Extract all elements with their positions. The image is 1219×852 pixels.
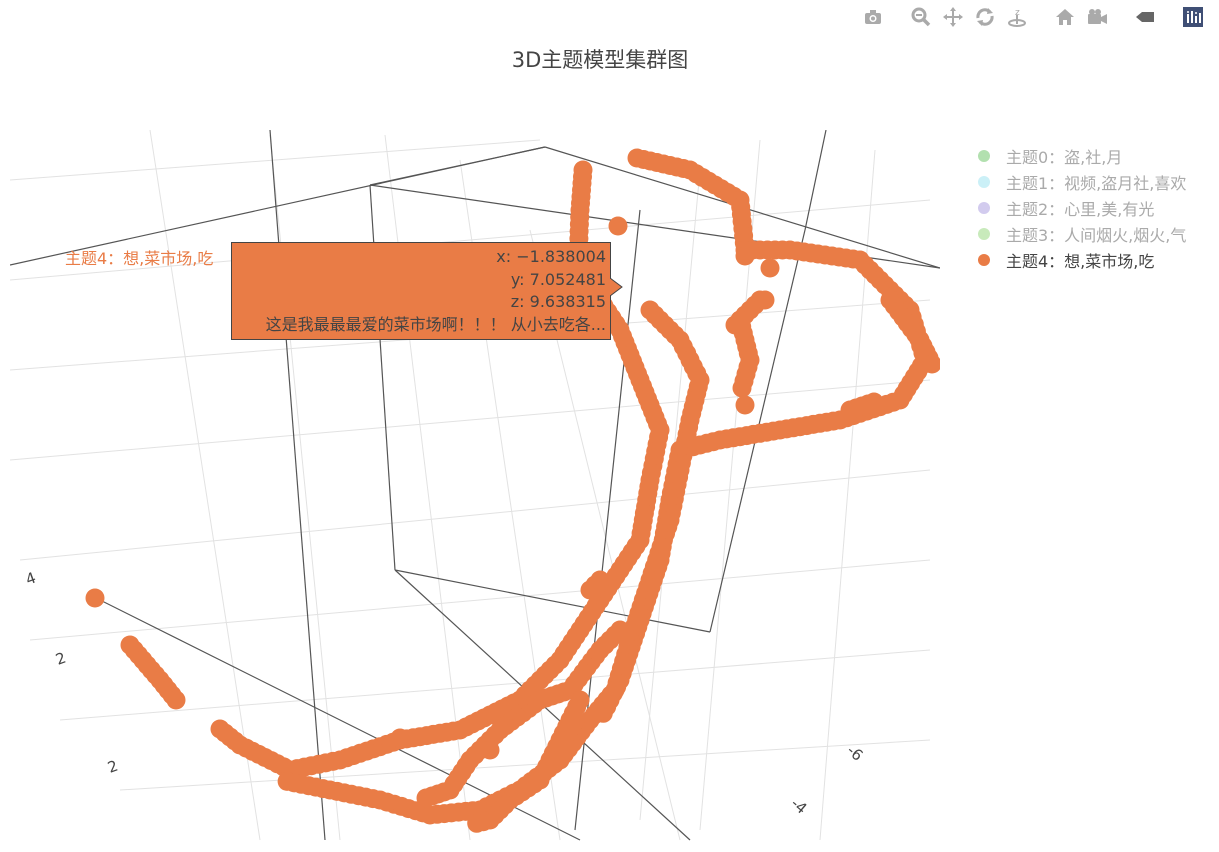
axis-edge (269, 130, 326, 841)
data-point[interactable] (732, 378, 752, 398)
data-point[interactable] (725, 315, 745, 335)
hover-tooltip: x: −1.838004 y: 7.052481 z: 9.638315 这是我… (231, 242, 611, 340)
legend-marker (978, 228, 990, 240)
hover-y-value: y: 7.052481 (510, 269, 606, 289)
legend-label: 主题1：视频,盗月社,喜欢 (1006, 174, 1187, 193)
data-point[interactable] (864, 392, 884, 412)
data-point[interactable] (210, 719, 230, 739)
grid-line (149, 130, 261, 841)
legend-label: 主题2：心里,美,有光 (1006, 200, 1155, 219)
hover-z-value: z: 9.638315 (510, 292, 606, 311)
data-point[interactable] (390, 728, 410, 748)
legend-label: 主题0：盗,社,月 (1006, 148, 1123, 167)
legend-item-0[interactable]: 主题0：盗,社,月 (975, 143, 1186, 169)
grid-line (29, 559, 931, 641)
data-point[interactable] (922, 354, 942, 374)
scene-layer (10, 130, 942, 841)
data-point[interactable] (277, 771, 297, 791)
grid-line (19, 469, 931, 561)
data-point[interactable] (755, 290, 775, 310)
legend-item-4[interactable]: 主题4：想,菜市场,吃 (975, 247, 1186, 273)
data-point[interactable] (580, 580, 600, 600)
legend: 主题0：盗,社,月主题1：视频,盗月社,喜欢 主题2：心里,美,有光主题3：人间烟… (975, 143, 1186, 273)
data-point[interactable] (735, 395, 755, 415)
legend-label: 主题4：想,菜市场,吃 (1006, 252, 1155, 271)
legend-item-3[interactable]: 主题3：人间烟火,烟火,气 (975, 221, 1186, 247)
axis-tick-label: 4 (23, 569, 38, 589)
axis-edge (804, 130, 827, 231)
legend-marker (978, 254, 990, 266)
data-point[interactable] (85, 588, 105, 608)
hover-trace-name: 主题4：想,菜市场,吃 (65, 249, 214, 268)
legend-label: 主题3：人间烟火,烟火,气 (1006, 226, 1187, 245)
data-point[interactable] (760, 258, 780, 278)
legend-marker (978, 150, 990, 162)
axis-tick-label: 2 (105, 757, 120, 777)
legend-marker (978, 202, 990, 214)
legend-item-2[interactable]: 主题2：心里,美,有光 (975, 195, 1186, 221)
data-point[interactable] (416, 788, 436, 808)
axis-tick-label: -4 (787, 794, 810, 817)
hover-text: 这是我最最最爱的菜市场啊！！！ 从小去吃各... (265, 314, 606, 334)
data-point[interactable] (608, 216, 628, 236)
legend-marker (978, 176, 990, 188)
legend-item-1[interactable]: 主题1：视频,盗月社,喜欢 (975, 169, 1186, 195)
grid-line (269, 134, 341, 841)
data-point[interactable] (467, 813, 487, 833)
data-point[interactable] (166, 690, 186, 710)
axis-edge (369, 146, 546, 186)
data-point[interactable] (735, 246, 755, 266)
data-point[interactable] (480, 740, 500, 760)
plot-3d-scene[interactable]: 422-6-4 (0, 0, 1219, 852)
hover-x-value: x: −1.838004 (496, 247, 606, 266)
hover-pointer (610, 278, 623, 297)
axis-tick-label: 2 (53, 649, 68, 669)
